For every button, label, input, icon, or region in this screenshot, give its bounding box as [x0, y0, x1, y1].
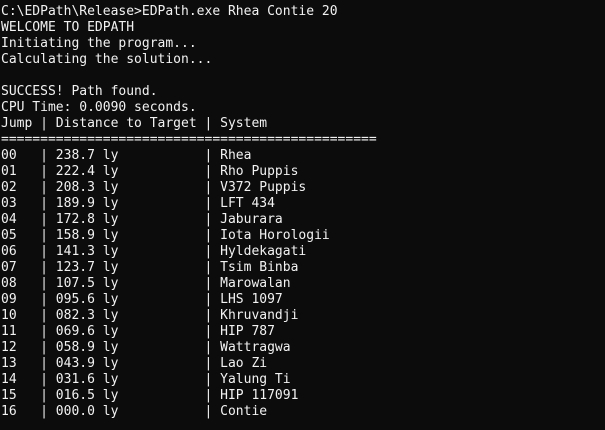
table-row: 09 | 095.6 ly | LHS 1097 — [1, 292, 283, 307]
table-separator: ========================================… — [1, 132, 377, 147]
table-row: 04 | 172.8 ly | Jaburara — [1, 212, 283, 227]
table-row: 00 | 238.7 ly | Rhea — [1, 148, 252, 163]
table-row: 06 | 141.3 ly | Hyldekagati — [1, 244, 307, 259]
table-row: 07 | 123.7 ly | Tsim Binba — [1, 260, 299, 275]
calculating-message: Calculating the solution... — [1, 52, 213, 67]
table-row: 01 | 222.4 ly | Rho Puppis — [1, 164, 299, 179]
table-row: 12 | 058.9 ly | Wattragwa — [1, 340, 291, 355]
command-line: C:\EDPath\Release>EDPath.exe Rhea Contie… — [1, 4, 338, 19]
cpu-time: CPU Time: 0.0090 seconds. — [1, 100, 197, 115]
table-row: 02 | 208.3 ly | V372 Puppis — [1, 180, 307, 195]
table-header: Jump | Distance to Target | System — [1, 116, 268, 131]
welcome-message: WELCOME TO EDPATH — [1, 20, 135, 35]
table-row: 03 | 189.9 ly | LFT 434 — [1, 196, 275, 211]
table-row: 15 | 016.5 ly | HIP 117091 — [1, 388, 299, 403]
table-row: 16 | 000.0 ly | Contie — [1, 404, 268, 419]
table-row: 13 | 043.9 ly | Lao Zi — [1, 356, 268, 371]
console-window[interactable]: C:\EDPath\Release>EDPath.exe Rhea Contie… — [0, 0, 605, 430]
success-message: SUCCESS! Path found. — [1, 84, 158, 99]
route-table: 00 | 238.7 ly | Rhea 01 | 222.4 ly | Rho… — [1, 148, 605, 420]
initiating-message: Initiating the program... — [1, 36, 197, 51]
table-row: 14 | 031.6 ly | Yalung Ti — [1, 372, 291, 387]
table-row: 08 | 107.5 ly | Marowalan — [1, 276, 291, 291]
table-row: 11 | 069.6 ly | HIP 787 — [1, 324, 275, 339]
table-row: 05 | 158.9 ly | Iota Horologii — [1, 228, 330, 243]
table-row: 10 | 082.3 ly | Khruvandji — [1, 308, 299, 323]
